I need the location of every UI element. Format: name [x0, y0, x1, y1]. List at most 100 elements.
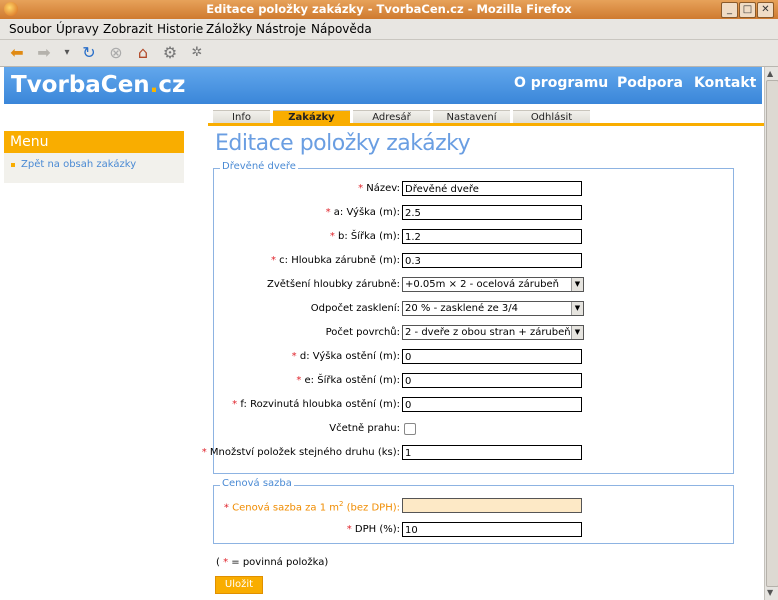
nav-kontakt[interactable]: Kontakt [694, 75, 756, 91]
nav-podpora[interactable]: Podpora [617, 75, 683, 91]
required-mark: * [296, 375, 302, 386]
label-text: b: Šířka (m): [338, 231, 400, 242]
required-mark: * [201, 447, 207, 458]
site-logo[interactable]: TvorbaCen.cz [11, 72, 185, 98]
mnozstvi-input[interactable]: 1 [402, 445, 582, 460]
row-nazev: * Název: Dřevěné dveře [214, 181, 734, 199]
row-dph: * DPH (%): 10 [214, 522, 734, 540]
prahu-checkbox[interactable] [404, 423, 416, 435]
stop-icon[interactable]: ⊗ [106, 43, 126, 63]
back-icon[interactable]: ⬅ [7, 43, 27, 63]
menu-upravy[interactable]: Úpravy [56, 22, 99, 36]
logo-tld: cz [158, 72, 186, 98]
extension-icon[interactable]: ✲ [187, 43, 207, 63]
scroll-down-icon[interactable]: ▼ [767, 588, 773, 597]
vyska-osteni-input[interactable]: 0 [402, 349, 582, 364]
row-mnozstvi: * Množství položek stejného druhu (ks): … [202, 445, 734, 463]
nazev-input[interactable]: Dřevěné dveře [402, 181, 582, 196]
required-mark: * [232, 399, 238, 410]
label-povrchy: Počet povrchů: [325, 327, 400, 338]
menu-napoveda[interactable]: Nápověda [311, 22, 372, 36]
save-button[interactable]: Uložit [215, 576, 263, 594]
row-vyska: * a: Výška (m): 2.5 [214, 205, 734, 223]
nav-o-programu[interactable]: O programu [514, 75, 608, 91]
forward-icon[interactable]: ➡ [34, 43, 54, 63]
row-vyska-osteni: * d: Výška ostění (m): 0 [214, 349, 734, 367]
required-mark: * [223, 502, 229, 514]
sidebar: Menu Zpět na obsah zakázky [4, 131, 184, 183]
page-title: Editace položky zakázky [215, 131, 471, 156]
rozvinuta-input[interactable]: 0 [402, 397, 582, 412]
close-icon[interactable]: ✕ [757, 2, 774, 18]
maximize-icon[interactable]: □ [739, 2, 756, 18]
label-text: c: Hloubka zárubně (m): [279, 255, 400, 266]
chevron-down-icon[interactable]: ▼ [571, 326, 583, 339]
reload-icon[interactable]: ↻ [79, 43, 99, 63]
select-value: +0.05m × 2 - ocelová zárubeň [405, 279, 560, 290]
menu-zobrazit[interactable]: Zobrazit [103, 22, 153, 36]
row-povrchy: Počet povrchů: 2 - dveře z obou stran + … [214, 325, 734, 343]
povrchy-select[interactable]: 2 - dveře z obou stran + zárubeň, ostění… [402, 325, 584, 340]
dph-input[interactable]: 10 [402, 522, 582, 537]
history-dropdown-icon[interactable]: ▾ [57, 43, 77, 63]
scrollbar-thumb[interactable] [766, 80, 778, 587]
label-text: f: Rozvinutá hloubka ostění (m): [240, 399, 400, 410]
fieldset-drevene-dvere: Dřevěné dveře * Název: Dřevěné dveře * a… [202, 161, 734, 474]
label-text: Množství položek stejného druhu (ks): [209, 447, 400, 458]
gear-icon[interactable]: ⚙ [160, 43, 180, 63]
vyska-input[interactable]: 2.5 [402, 205, 582, 220]
label-vyska: * a: Výška (m): [326, 207, 400, 218]
minimize-icon[interactable]: _ [721, 2, 738, 18]
label-text: d: Výška ostění (m): [299, 351, 400, 362]
home-icon[interactable]: ⌂ [133, 43, 153, 63]
label-prahu: Včetně prahu: [329, 423, 400, 434]
row-odpocet: Odpočet zasklení: 20 % - zasklené ze 3/4… [214, 301, 734, 319]
zvetseni-select[interactable]: +0.05m × 2 - ocelová zárubeň ▼ [402, 277, 584, 292]
window-title: Editace položky zakázky - TvorbaCen.cz -… [206, 2, 572, 16]
label-text: Název: [366, 183, 400, 194]
label-rozvinuta: * f: Rozvinutá hloubka ostění (m): [232, 399, 400, 410]
required-mark: * [329, 231, 335, 242]
site-header: TvorbaCen.cz O programu Podpora Kontakt [4, 67, 762, 104]
label-text: e: Šířka ostění (m): [304, 375, 400, 386]
sazba-input[interactable] [402, 498, 582, 513]
menubar: Soubor Úpravy Zobrazit Historie Záložky … [0, 19, 778, 40]
required-note: ( * = povinná položka) [216, 557, 328, 568]
sidebar-body: Zpět na obsah zakázky [4, 153, 184, 183]
vertical-scrollbar[interactable]: ▲ ▼ [764, 67, 778, 600]
row-sirka-osteni: * e: Šířka ostění (m): 0 [214, 373, 734, 391]
hloubka-input[interactable]: 0.3 [402, 253, 582, 268]
fieldset-legend: Dřevěné dveře [220, 161, 298, 172]
chevron-down-icon[interactable]: ▼ [571, 278, 583, 291]
row-sazba: * Cenová sazba za 1 m2 (bez DPH): [214, 498, 734, 516]
window-titlebar: Editace položky zakázky - TvorbaCen.cz -… [0, 0, 778, 20]
menu-zalozky[interactable]: Záložky [206, 22, 252, 36]
logo-text: TvorbaCen [11, 72, 150, 98]
required-mark: * [346, 524, 352, 535]
sidebar-title: Menu [4, 131, 184, 153]
sidebar-link-back[interactable]: Zpět na obsah zakázky [21, 159, 136, 170]
required-mark: * [291, 351, 297, 362]
label-text: DPH (%): [354, 524, 400, 535]
odpocet-select[interactable]: 20 % - zasklené ze 3/4 ▼ [402, 301, 584, 316]
select-value: 20 % - zasklené ze 3/4 [405, 303, 519, 314]
navigation-toolbar: ⬅ ➡ ▾ ↻ ⊗ ⌂ ⚙ ✲ [0, 40, 778, 67]
scroll-up-icon[interactable]: ▲ [767, 69, 773, 78]
menu-soubor[interactable]: Soubor [9, 22, 51, 36]
chevron-down-icon[interactable]: ▼ [571, 302, 583, 315]
menu-nastroje[interactable]: Nástroje [256, 22, 306, 36]
menu-historie[interactable]: Historie [157, 22, 203, 36]
label-hloubka: * c: Hloubka zárubně (m): [271, 255, 400, 266]
fieldset-legend: Cenová sazba [220, 478, 294, 489]
sirka-osteni-input[interactable]: 0 [402, 373, 582, 388]
sirka-input[interactable]: 1.2 [402, 229, 582, 244]
label-dph: * DPH (%): [347, 524, 400, 535]
fieldset-cenova-sazba: Cenová sazba * Cenová sazba za 1 m2 (bez… [213, 478, 734, 544]
row-prahu: Včetně prahu: [214, 421, 734, 439]
note-text: = povinná položka) [228, 557, 329, 568]
row-rozvinuta: * f: Rozvinutá hloubka ostění (m): 0 [214, 397, 734, 415]
label-odpocet: Odpočet zasklení: [310, 303, 400, 314]
label-text: Cenová sazba za 1 m [232, 502, 339, 514]
row-sirka: * b: Šířka (m): 1.2 [214, 229, 734, 247]
label-mnozstvi: * Množství položek stejného druhu (ks): [202, 447, 400, 458]
